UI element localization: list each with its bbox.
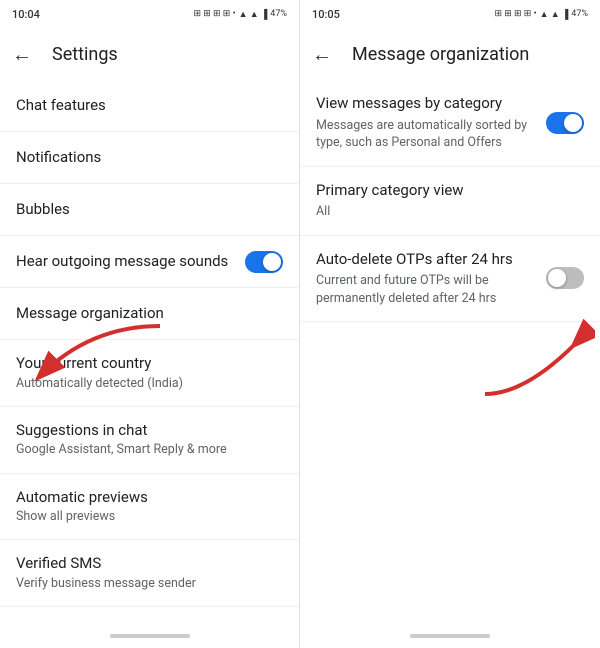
home-indicator-right — [410, 634, 490, 638]
sidebar-item-auto-previews[interactable]: Automatic previews Show all previews — [0, 474, 299, 541]
suggestions-title: Suggestions in chat — [16, 421, 283, 441]
view-by-category-subtitle: Messages are automatically sorted by typ… — [316, 117, 538, 152]
hear-outgoing-title: Hear outgoing message sounds — [16, 252, 245, 272]
auto-previews-subtitle: Show all previews — [16, 509, 283, 525]
sidebar-item-bubbles[interactable]: Bubbles — [0, 184, 299, 236]
status-icons-right: ⊞ ⊞ ⊞ ⊞ • ▲ ▲ ▐ 47% — [494, 9, 588, 20]
auto-delete-otp-item[interactable]: Auto-delete OTPs after 24 hrs Current an… — [300, 236, 600, 323]
sidebar-item-chat-features[interactable]: Chat features — [0, 80, 299, 132]
back-button-right[interactable]: ← — [308, 38, 336, 71]
status-bar-right: 10:05 ⊞ ⊞ ⊞ ⊞ • ▲ ▲ ▐ 47% — [300, 0, 600, 28]
status-bar-left: 10:04 ⊞ ⊞ ⊞ ⊞ • ▲ ▲ ▐ 47% — [0, 0, 299, 28]
sidebar-item-notifications[interactable]: Notifications — [0, 132, 299, 184]
home-indicator-left — [110, 634, 190, 638]
page-title-left: Settings — [52, 44, 118, 65]
primary-category-title: Primary category view — [316, 181, 576, 201]
sidebar-item-suggestions[interactable]: Suggestions in chat Google Assistant, Sm… — [0, 407, 299, 474]
sidebar-item-message-org[interactable]: Message organization — [0, 288, 299, 340]
auto-delete-otp-subtitle: Current and future OTPs will be permanen… — [316, 272, 538, 307]
bubbles-title: Bubbles — [16, 200, 283, 220]
notifications-title: Notifications — [16, 148, 283, 168]
right-panel: 10:05 ⊞ ⊞ ⊞ ⊞ • ▲ ▲ ▐ 47% ← Message orga… — [300, 0, 600, 648]
primary-category-item[interactable]: Primary category view All — [300, 167, 600, 236]
verified-sms-subtitle: Verify business message sender — [16, 576, 283, 592]
auto-delete-otp-toggle[interactable] — [546, 267, 584, 289]
chat-features-title: Chat features — [16, 96, 283, 116]
sidebar-item-spam-protection[interactable]: Spam protection — [0, 607, 299, 624]
view-by-category-item[interactable]: View messages by category Messages are a… — [300, 80, 600, 167]
view-by-category-toggle[interactable] — [546, 112, 584, 134]
message-org-title: Message organization — [16, 304, 283, 324]
sidebar-item-your-country[interactable]: Your current country Automatically detec… — [0, 340, 299, 407]
back-button-left[interactable]: ← — [8, 38, 36, 71]
left-panel: 10:04 ⊞ ⊞ ⊞ ⊞ • ▲ ▲ ▐ 47% ← Settings Cha… — [0, 0, 300, 648]
hear-outgoing-toggle[interactable] — [245, 251, 283, 273]
status-icons-left: ⊞ ⊞ ⊞ ⊞ • ▲ ▲ ▐ 47% — [193, 9, 287, 20]
message-org-list: View messages by category Messages are a… — [300, 80, 600, 624]
your-country-title: Your current country — [16, 354, 283, 374]
verified-sms-title: Verified SMS — [16, 554, 283, 574]
view-by-category-title: View messages by category — [316, 94, 538, 114]
top-bar-left: ← Settings — [0, 28, 299, 80]
primary-category-subtitle: All — [316, 203, 576, 221]
time-right: 10:05 — [312, 8, 340, 21]
auto-previews-title: Automatic previews — [16, 488, 283, 508]
top-bar-right: ← Message organization — [300, 28, 600, 80]
auto-delete-otp-title: Auto-delete OTPs after 24 hrs — [316, 250, 538, 270]
page-title-right: Message organization — [352, 44, 529, 65]
time-left: 10:04 — [12, 8, 40, 21]
your-country-subtitle: Automatically detected (India) — [16, 376, 283, 392]
settings-list: Chat features Notifications Bubbles Hear… — [0, 80, 299, 624]
bottom-bar-left — [0, 624, 299, 648]
suggestions-subtitle: Google Assistant, Smart Reply & more — [16, 442, 283, 458]
spam-protection-title: Spam protection — [16, 623, 283, 624]
sidebar-item-hear-outgoing[interactable]: Hear outgoing message sounds — [0, 236, 299, 288]
bottom-bar-right — [300, 624, 600, 648]
sidebar-item-verified-sms[interactable]: Verified SMS Verify business message sen… — [0, 540, 299, 607]
